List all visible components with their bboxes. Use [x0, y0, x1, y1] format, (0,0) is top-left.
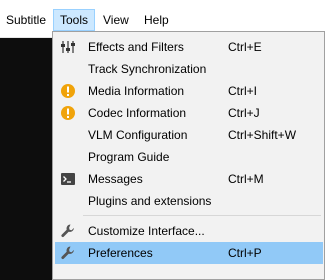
menu-item-track-synchronization[interactable]: Track Synchronization	[55, 58, 323, 80]
menu-separator	[83, 215, 321, 216]
terminal-icon	[60, 171, 76, 187]
menu-item-messages[interactable]: Messages Ctrl+M	[55, 168, 323, 190]
menu-item-media-information[interactable]: Media Information Ctrl+I	[55, 80, 323, 102]
menu-view[interactable]: View	[97, 9, 135, 31]
info-icon	[60, 105, 76, 121]
menu-item-label: Track Synchronization	[88, 62, 207, 76]
menu-item-label: Customize Interface...	[88, 224, 205, 238]
tools-dropdown-menu: Effects and Filters Ctrl+E Track Synchro…	[52, 31, 325, 280]
menu-item-shortcut: Ctrl+I	[228, 84, 258, 98]
menu-item-label: Messages	[88, 172, 143, 186]
menu-item-shortcut: Ctrl+P	[228, 246, 262, 260]
menu-tools[interactable]: Tools	[53, 9, 96, 31]
menu-item-program-guide[interactable]: Program Guide	[55, 146, 323, 168]
menu-item-shortcut: Ctrl+Shift+W	[228, 128, 297, 142]
menu-item-shortcut: Ctrl+J	[228, 106, 260, 120]
menu-item-label: Effects and Filters	[88, 40, 184, 54]
wrench-icon	[60, 223, 76, 239]
menu-item-label: Plugins and extensions	[88, 194, 212, 208]
menu-item-label: Codec Information	[88, 106, 187, 120]
sliders-icon	[60, 39, 76, 55]
menu-item-effects-and-filters[interactable]: Effects and Filters Ctrl+E	[55, 36, 323, 58]
menu-item-label: Program Guide	[88, 150, 170, 164]
menu-item-shortcut: Ctrl+M	[228, 172, 264, 186]
menu-item-label: Media Information	[88, 84, 185, 98]
menu-subtitle[interactable]: Subtitle	[0, 9, 52, 31]
menu-item-plugins-and-extensions[interactable]: Plugins and extensions	[55, 190, 323, 212]
menu-item-codec-information[interactable]: Codec Information Ctrl+J	[55, 102, 323, 124]
menu-item-vlm-configuration[interactable]: VLM Configuration Ctrl+Shift+W	[55, 124, 323, 146]
wrench-icon	[60, 245, 76, 261]
menu-item-customize-interface[interactable]: Customize Interface...	[55, 220, 323, 242]
menu-item-label: VLM Configuration	[88, 128, 188, 142]
menu-help[interactable]: Help	[138, 9, 175, 31]
menu-item-label: Preferences	[88, 246, 153, 260]
menu-item-shortcut: Ctrl+E	[228, 40, 262, 54]
menu-item-preferences[interactable]: Preferences Ctrl+P	[55, 242, 323, 264]
info-icon	[60, 83, 76, 99]
